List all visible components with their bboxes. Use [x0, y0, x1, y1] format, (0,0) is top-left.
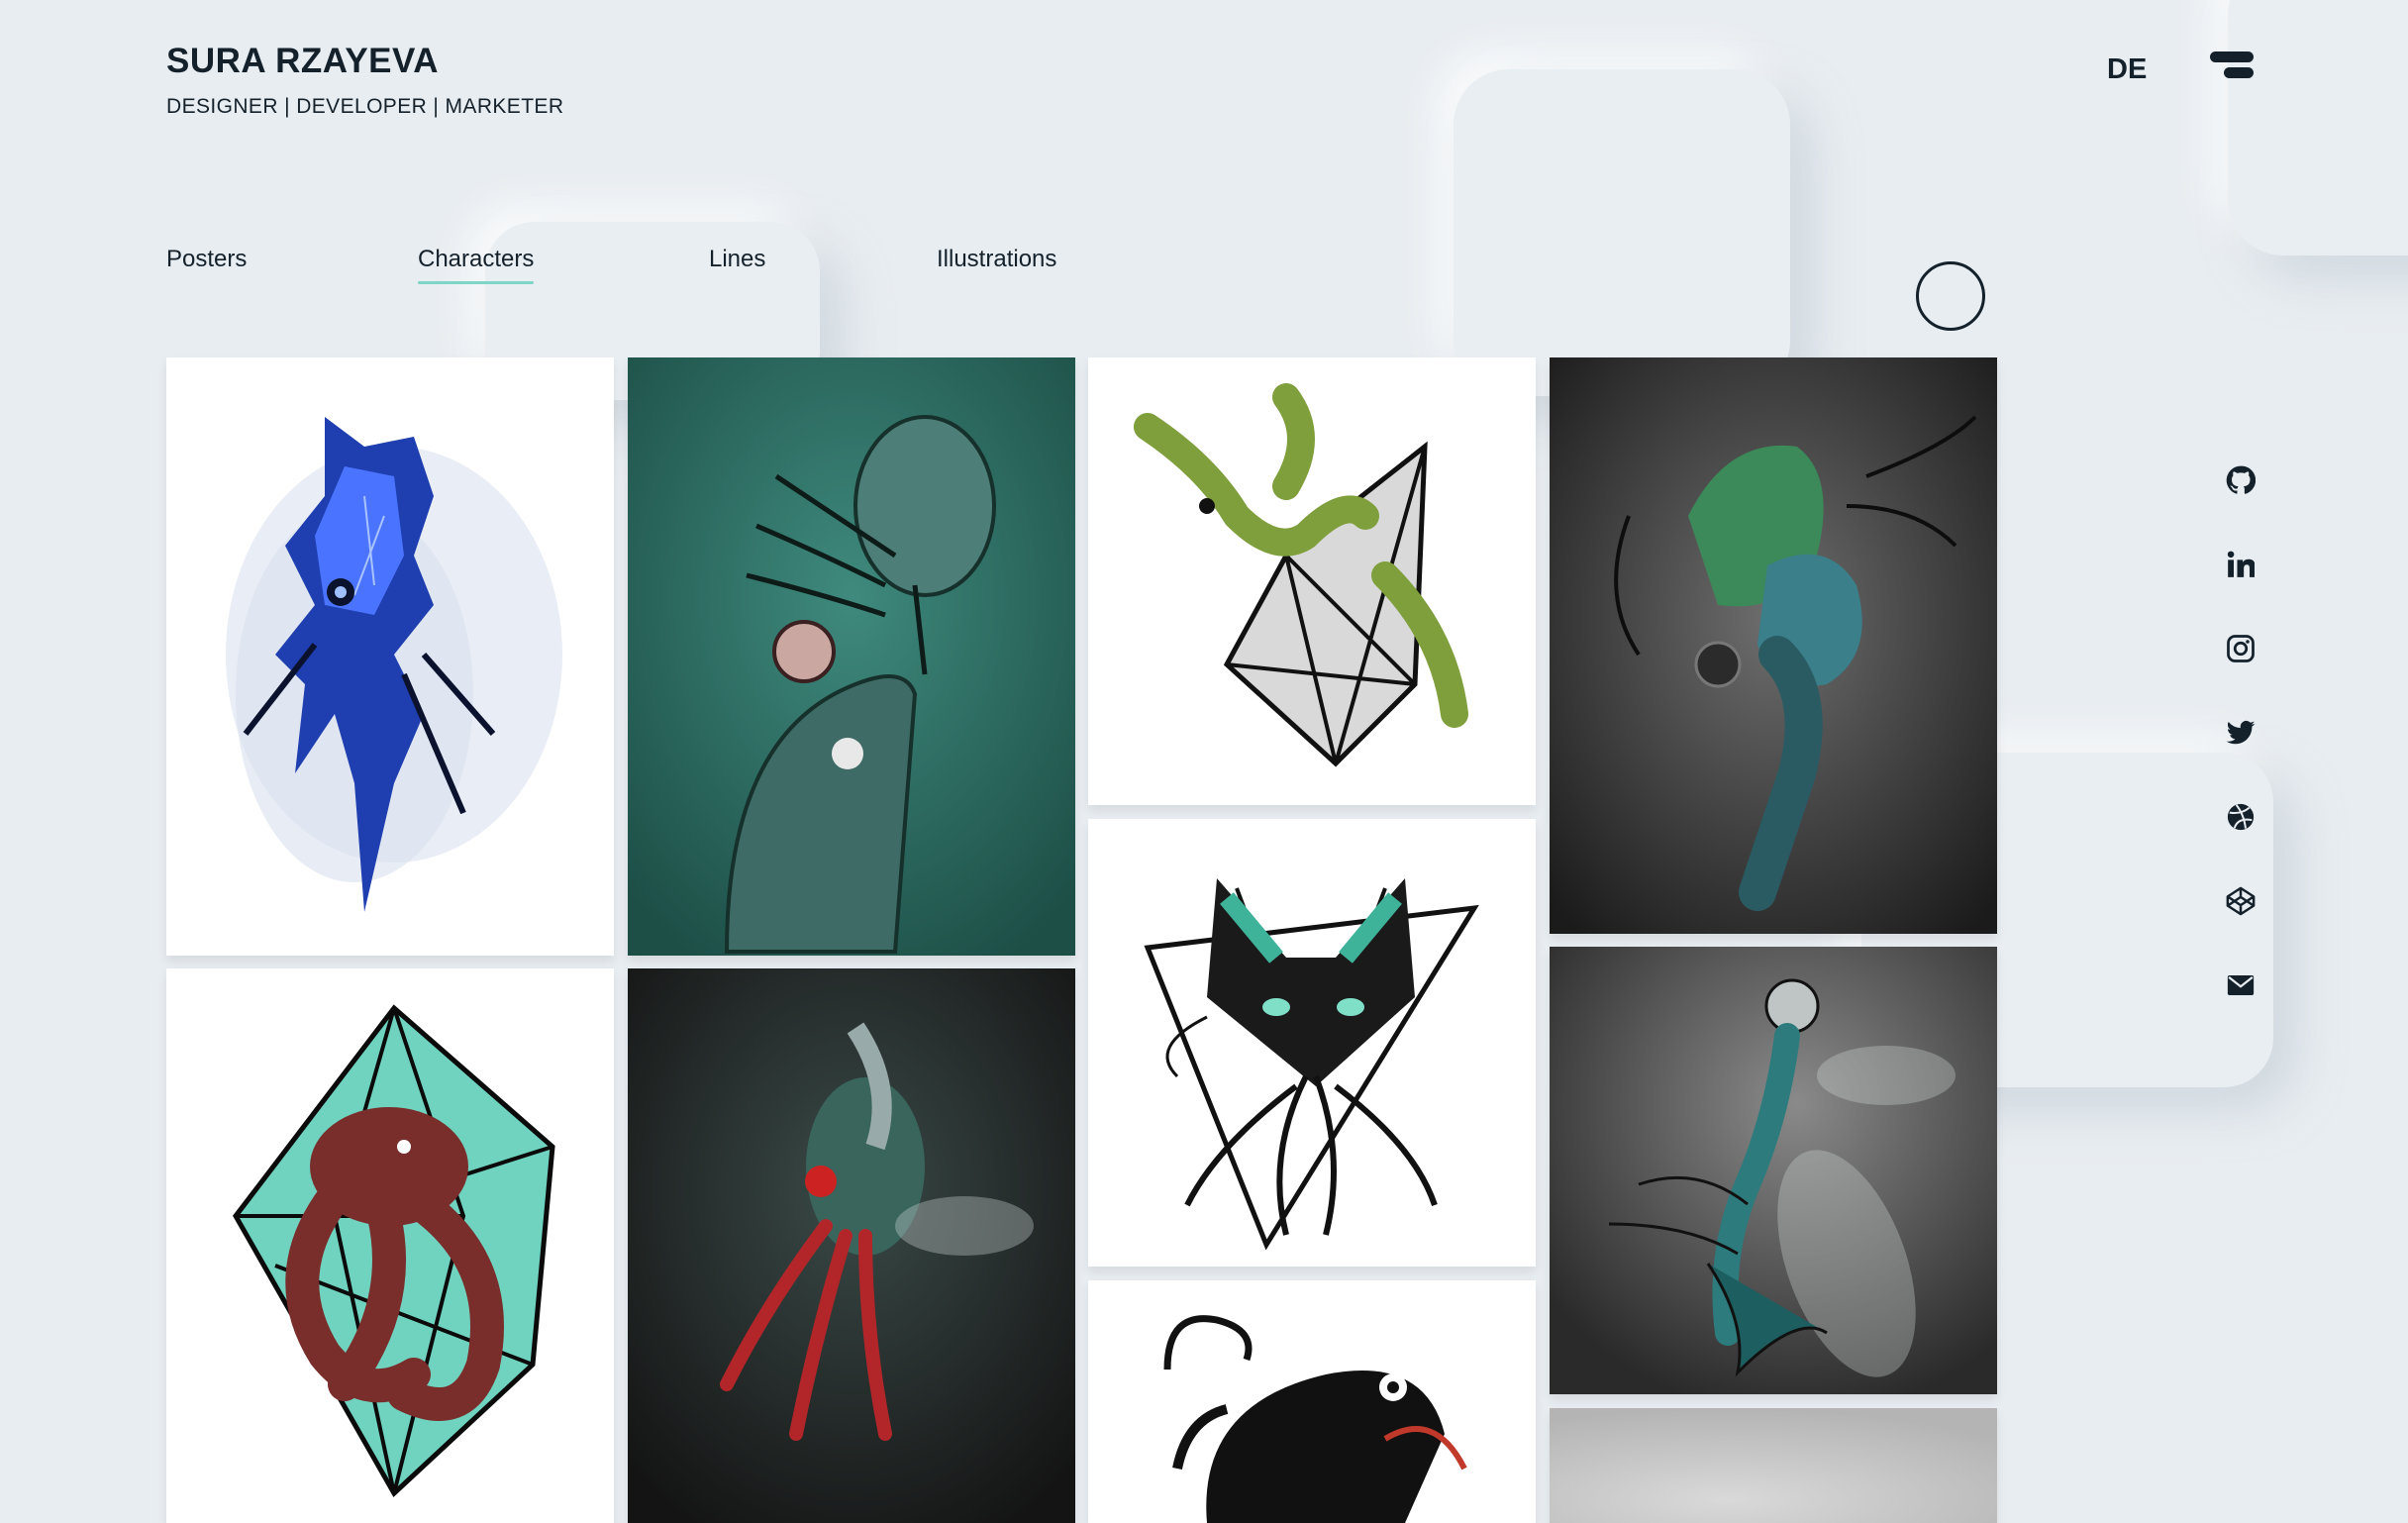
- site-subtitle: DESIGNER | DEVELOPER | MARKETER: [166, 95, 564, 118]
- decorative-panel: [2228, 0, 2408, 255]
- codepen-icon[interactable]: [2216, 876, 2265, 926]
- linkedin-icon[interactable]: [2216, 540, 2265, 589]
- gallery-item-grey-artwork-partial[interactable]: [1550, 1408, 1997, 1523]
- cursor-circle-button[interactable]: [1916, 261, 1985, 331]
- mail-icon[interactable]: [2216, 961, 2265, 1010]
- decorative-panel: [1454, 69, 1790, 396]
- dribbble-icon[interactable]: [2216, 792, 2265, 842]
- gallery-item-octopus-diamond[interactable]: [166, 968, 614, 1523]
- gallery-item-blue-ink-creature[interactable]: [166, 357, 614, 956]
- artwork-image: [628, 968, 1075, 1523]
- tab-illustrations[interactable]: Illustrations: [937, 246, 1056, 273]
- artwork-image: [628, 357, 1075, 956]
- twitter-icon[interactable]: [2216, 708, 2265, 758]
- artwork-image: [1550, 357, 1997, 934]
- gallery-item-green-lizard-geometric[interactable]: [1088, 357, 1536, 805]
- gallery-item-twin-faced-seahorse[interactable]: [1550, 357, 1997, 934]
- tab-lines[interactable]: Lines: [709, 246, 765, 273]
- artwork-image: [233, 1004, 555, 1497]
- gallery-item-chameleon[interactable]: [1088, 1280, 1536, 1523]
- site-title[interactable]: SURA RZAYEVA: [166, 42, 439, 81]
- artwork-image: [1134, 383, 1468, 767]
- gallery-item-dragonfly-skull-creature[interactable]: [1550, 947, 1997, 1394]
- artwork-image: [1550, 1408, 1997, 1523]
- artwork-image: [1550, 947, 1997, 1394]
- language-toggle[interactable]: DE: [2107, 53, 2147, 86]
- artwork-image: [1163, 1315, 1467, 1523]
- gallery-item-tentacled-insect[interactable]: [628, 968, 1075, 1523]
- github-icon[interactable]: [2216, 456, 2265, 505]
- tab-posters[interactable]: Posters: [166, 246, 247, 273]
- artwork-image: [226, 417, 562, 912]
- tab-characters[interactable]: Characters: [418, 246, 535, 284]
- menu-icon[interactable]: [2206, 48, 2254, 81]
- instagram-icon[interactable]: [2216, 624, 2265, 673]
- gallery-item-sphynx-cat-triangle[interactable]: [1088, 819, 1536, 1267]
- gallery-item-teal-alien-figure[interactable]: [628, 357, 1075, 956]
- artwork-image: [1144, 878, 1479, 1251]
